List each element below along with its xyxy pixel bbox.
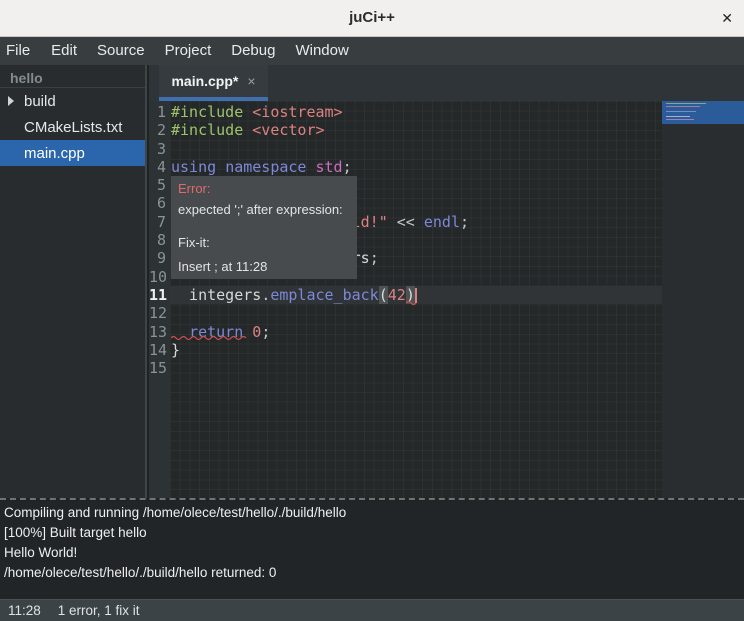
line-number: 15 — [149, 359, 170, 377]
terminal-line: Hello World! — [4, 543, 740, 563]
file-browser: hello build CMakeLists.txt main.cpp — [0, 65, 147, 498]
tooltip-error-label: Error: — [178, 181, 211, 196]
tab-label: main.cpp* — [171, 73, 238, 89]
tab-close-icon[interactable]: × — [247, 73, 255, 89]
minimap-code-preview — [666, 119, 694, 120]
code-token — [415, 213, 424, 231]
code-line: } — [170, 341, 662, 359]
expand-arrow-icon[interactable] — [8, 96, 14, 106]
menubar: FileEditSourceProjectDebugWindow — [0, 37, 744, 65]
code-token: } — [171, 341, 180, 359]
code-token: ; — [460, 213, 469, 231]
code-token — [216, 158, 225, 176]
code-token: ( — [379, 286, 388, 304]
code-token: 0 — [252, 323, 261, 341]
menu-item-source[interactable]: Source — [87, 37, 155, 65]
diagnostic-tooltip: Error: expected ';' after expression: Fi… — [171, 176, 357, 279]
code-token: << — [397, 213, 415, 231]
menu-item-file[interactable]: File — [5, 37, 41, 65]
code-token: endl — [424, 213, 460, 231]
minimap-code-preview — [666, 103, 706, 104]
line-number: 3 — [149, 140, 170, 158]
code-token: #include — [171, 103, 243, 121]
code-line: #include <iostream> — [170, 103, 662, 121]
editor-body: 123456789101112131415 #include <iostream… — [149, 101, 744, 498]
code-token: 42 — [388, 286, 406, 304]
terminal-line: Compiling and running /home/olece/test/h… — [4, 503, 740, 523]
code-token — [306, 158, 315, 176]
menu-item-edit[interactable]: Edit — [41, 37, 87, 65]
code-token: <vector> — [252, 121, 324, 139]
close-icon[interactable]: ✕ — [721, 0, 733, 36]
code-token: <iostream> — [252, 103, 342, 121]
line-number-gutter: 123456789101112131415 — [149, 101, 170, 498]
tooltip-fixit-text: Insert ; at 11:28 — [178, 259, 267, 274]
status-bar: 11:28 1 error, 1 fix it — [0, 599, 744, 621]
code-line — [170, 304, 662, 322]
code-token: ; — [261, 323, 270, 341]
tab-main-cpp[interactable]: main.cpp* × — [159, 65, 268, 101]
sidebar-item-cmakelists-txt[interactable]: CMakeLists.txt — [0, 114, 145, 140]
line-number: 5 — [149, 176, 170, 194]
minimap-scrollbar[interactable] — [662, 101, 744, 498]
project-name: hello — [0, 65, 145, 88]
menu-item-debug[interactable]: Debug — [221, 37, 285, 65]
code-line: #include <vector> — [170, 121, 662, 139]
line-number: 13 — [149, 323, 170, 341]
minimap-viewport[interactable] — [662, 101, 744, 124]
line-number: 1 — [149, 103, 170, 121]
line-number: 14 — [149, 341, 170, 359]
line-number: 11 — [149, 286, 170, 304]
line-number: 9 — [149, 249, 170, 267]
sidebar-item-label: build — [24, 93, 56, 110]
tab-bar: main.cpp* × — [149, 65, 744, 101]
code-token — [243, 121, 252, 139]
code-token: integers — [171, 286, 261, 304]
line-number: 8 — [149, 231, 170, 249]
text-cursor — [415, 288, 417, 303]
terminal-line: [100%] Built target hello — [4, 523, 740, 543]
code-token: . — [261, 286, 270, 304]
sidebar-item-build[interactable]: build — [0, 88, 145, 114]
line-number: 6 — [149, 194, 170, 212]
line-number: 4 — [149, 158, 170, 176]
line-number: 10 — [149, 268, 170, 286]
code-line: using namespace std; — [170, 158, 662, 176]
code-token — [388, 213, 397, 231]
jucipp-window: juCi++ ✕ FileEditSourceProjectDebugWindo… — [0, 0, 744, 621]
code-token: namespace — [225, 158, 306, 176]
minimap-code-preview — [666, 106, 700, 107]
line-number: 7 — [149, 213, 170, 231]
window-title: juCi++ — [0, 0, 744, 36]
line-number: 2 — [149, 121, 170, 139]
terminal-output[interactable]: Compiling and running /home/olece/test/h… — [0, 501, 744, 599]
tooltip-error-text: expected ';' after expression: — [178, 202, 343, 217]
diagnostics-summary: 1 error, 1 fix it — [58, 603, 140, 618]
minimap-code-preview — [666, 111, 696, 112]
editor-pane: main.cpp* × 123456789101112131415 #inclu… — [149, 65, 744, 498]
code-token: ; — [343, 158, 352, 176]
code-token: emplace_back — [270, 286, 378, 304]
code-token: #include — [171, 121, 243, 139]
code-line — [170, 359, 662, 377]
minimap-code-preview — [666, 116, 690, 117]
code-token: std — [316, 158, 343, 176]
cursor-position: 11:28 — [8, 603, 41, 618]
line-number: 12 — [149, 304, 170, 322]
tooltip-fixit-label: Fix-it: — [178, 235, 210, 250]
menu-item-project[interactable]: Project — [155, 37, 222, 65]
main-content: hello build CMakeLists.txt main.cpp main.c… — [0, 65, 744, 498]
menu-item-window[interactable]: Window — [285, 37, 358, 65]
code-token: ; — [370, 249, 379, 267]
sidebar-item-label: main.cpp — [24, 145, 85, 162]
error-squiggle — [171, 335, 249, 341]
terminal-line: /home/olece/test/hello/./build/hello ret… — [4, 563, 740, 583]
code-line — [170, 140, 662, 158]
code-token — [243, 103, 252, 121]
code-token: using — [171, 158, 216, 176]
titlebar: juCi++ ✕ — [0, 0, 744, 37]
sidebar-item-main-cpp[interactable]: main.cpp — [0, 140, 145, 166]
sidebar-item-label: CMakeLists.txt — [24, 119, 122, 136]
